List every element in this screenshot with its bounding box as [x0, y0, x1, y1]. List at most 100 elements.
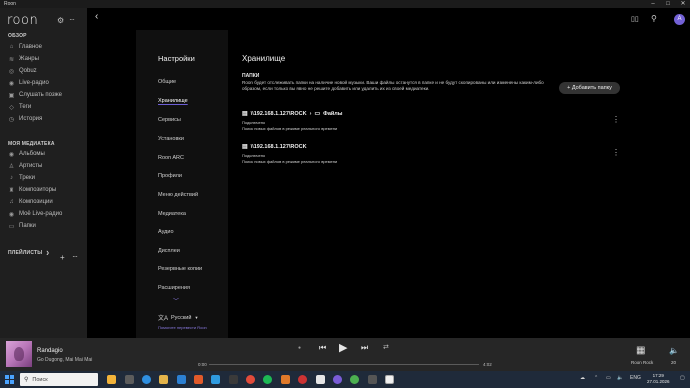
settings-nav-services[interactable]: Сервисы: [158, 117, 181, 123]
search-icon[interactable]: ⚲: [651, 14, 657, 23]
weather-icon[interactable]: ☁: [580, 375, 585, 381]
gear-icon[interactable]: ⚙: [57, 16, 64, 25]
explorer-icon[interactable]: [159, 375, 168, 384]
volume-level[interactable]: 20: [671, 360, 676, 365]
section-overview: ОБЗОР: [8, 33, 27, 39]
app3-icon[interactable]: [298, 375, 307, 384]
maximize-button[interactable]: □: [661, 0, 675, 8]
song-title[interactable]: Randagio: [37, 348, 63, 354]
more-icon[interactable]: ···: [69, 15, 75, 24]
settings-nav-setup[interactable]: Установки: [158, 136, 184, 142]
minimize-button[interactable]: –: [646, 0, 660, 8]
sidebar-item-composers[interactable]: ♜ Композиторы: [7, 185, 85, 195]
sidebar-item-folders[interactable]: ▭ Папки: [7, 221, 85, 231]
app5-icon[interactable]: [333, 375, 342, 384]
sidebar-item-history[interactable]: ◷ История: [7, 114, 85, 124]
settings-nav-profiles[interactable]: Профили: [158, 173, 182, 179]
edge-icon[interactable]: [142, 375, 151, 384]
next-icon[interactable]: ⏭: [361, 343, 368, 353]
bookmark-icon: ▣: [8, 92, 15, 99]
history-grid-icon[interactable]: ▯▯: [631, 15, 639, 23]
windows-start-icon[interactable]: [5, 375, 14, 384]
back-arrow-icon[interactable]: ‹: [95, 11, 98, 22]
notification-icon[interactable]: ▢: [680, 375, 685, 381]
settings-nav-storage[interactable]: Хранилище: [158, 98, 188, 104]
previous-icon[interactable]: ⏮: [319, 343, 326, 353]
folder-path: \\192.168.1.127\ROCK: [250, 143, 307, 150]
settings-nav-extensions[interactable]: Расширения: [158, 285, 190, 291]
album-art[interactable]: [6, 341, 32, 367]
folder-menu-icon[interactable]: ⋮: [612, 148, 620, 157]
chrome-icon[interactable]: [350, 375, 359, 384]
folders-description: Roon будет отслеживать папки на наличие …: [242, 80, 544, 91]
settings-nav-general[interactable]: Общие: [158, 79, 176, 85]
yandex-icon[interactable]: [246, 375, 255, 384]
app4-icon[interactable]: [316, 375, 325, 384]
settings-nav-audio[interactable]: Аудио: [158, 229, 174, 235]
sidebar-item-live-radio[interactable]: ◉ Live-радио: [7, 78, 85, 88]
sidebar-item-albums[interactable]: ◉ Альбомы: [7, 149, 85, 159]
settings-nav-displays[interactable]: Дисплеи: [158, 248, 180, 254]
close-window-button[interactable]: ✕: [676, 0, 690, 8]
playlists-more-icon[interactable]: ···: [72, 252, 78, 261]
language-select[interactable]: 文A Русский ▼: [158, 313, 199, 323]
volume-icon[interactable]: 🔈: [669, 346, 679, 355]
spotify-icon[interactable]: [263, 375, 272, 384]
help-translate-link[interactable]: Помогите перевести Roon: [158, 325, 207, 330]
sidebar-item-label: Артисты: [19, 163, 43, 169]
speaker-icon[interactable]: ▦: [636, 345, 645, 356]
taskbar-search[interactable]: ⚲ Поиск: [20, 373, 98, 386]
add-playlist-icon[interactable]: +: [60, 253, 65, 262]
radio-dot-icon[interactable]: ●: [298, 345, 301, 351]
sidebar-item-artists[interactable]: ♙ Артисты: [7, 161, 85, 171]
settings-nav-backups[interactable]: Резервные копии: [158, 266, 202, 272]
folder-entry[interactable]: ▤ \\192.168.1.127\ROCK Подключено Поиск …: [242, 143, 337, 165]
add-folder-button[interactable]: + Добавить папку: [559, 82, 620, 94]
folder-status: Подключено: [242, 120, 266, 125]
telegram-icon[interactable]: [211, 375, 220, 384]
taskbar-clock[interactable]: 17:29 27.01.2026: [647, 373, 670, 385]
app2-icon[interactable]: [281, 375, 290, 384]
caret-down-icon: ▼: [194, 315, 199, 320]
network-drive-icon: ▤: [242, 111, 248, 117]
office-icon[interactable]: [194, 375, 203, 384]
sidebar-item-my-live-radio[interactable]: ◉ Моё Live-радио: [7, 209, 85, 219]
sidebar-item-label: Главное: [19, 44, 42, 50]
sidebar-item-listen-later[interactable]: ▣ Слушать позже: [7, 90, 85, 100]
sidebar-item-tags[interactable]: ◇ Теги: [7, 102, 85, 112]
roon-logo[interactable]: roon: [7, 13, 38, 28]
history-icon: ◷: [8, 116, 15, 123]
progress-bar[interactable]: [209, 364, 479, 365]
terminal-icon[interactable]: [229, 375, 238, 384]
zone-name[interactable]: Roon Rock: [631, 360, 653, 365]
folder-status: Подключено: [242, 153, 266, 158]
folder-menu-icon[interactable]: ⋮: [612, 115, 620, 124]
settings-nav-roon-arc[interactable]: Roon ARC: [158, 155, 184, 161]
add-folder-label: Добавить папку: [571, 85, 612, 91]
store-icon[interactable]: [177, 375, 186, 384]
input-language[interactable]: ENG: [630, 375, 641, 381]
app6-icon[interactable]: [368, 375, 377, 384]
playlists-header[interactable]: ПЛЕЙЛИСТЫ ❯: [8, 250, 50, 256]
settings-nav-actions-menu[interactable]: Меню действий: [158, 192, 198, 198]
sidebar-item-compositions[interactable]: ♫ Композиции: [7, 197, 85, 207]
chevron-down-icon[interactable]: ﹀: [173, 296, 179, 305]
settings-nav-library[interactable]: Медиатека: [158, 211, 186, 217]
sidebar-item-home[interactable]: ⌂ Главное: [7, 42, 85, 52]
volume-tray-icon[interactable]: 🔈: [617, 375, 623, 381]
sidebar-item-label: Слушать позже: [19, 92, 63, 98]
artist-name[interactable]: Go Dugong, Mai Mai Mai: [37, 357, 92, 363]
composer-icon: ♜: [8, 187, 15, 194]
task-view-icon[interactable]: [125, 375, 134, 384]
sidebar-item-genres[interactable]: ≋ Жанры: [7, 54, 85, 64]
app-icon[interactable]: [107, 375, 116, 384]
folder-entry[interactable]: ▤ \\192.168.1.127\ROCK › ▭ Файлы Подключ…: [242, 110, 342, 132]
avatar[interactable]: A: [674, 14, 685, 25]
tray-chevron-icon[interactable]: ⌃: [594, 375, 598, 381]
shuffle-icon[interactable]: ⇄: [383, 343, 389, 351]
roon-taskbar-icon[interactable]: [385, 375, 394, 384]
network-icon[interactable]: ▭: [606, 375, 611, 381]
sidebar-item-qobuz[interactable]: ◎ Qobuz: [7, 66, 85, 76]
sidebar-item-tracks[interactable]: ♪ Треки: [7, 173, 85, 183]
play-icon[interactable]: ▶: [339, 341, 347, 354]
